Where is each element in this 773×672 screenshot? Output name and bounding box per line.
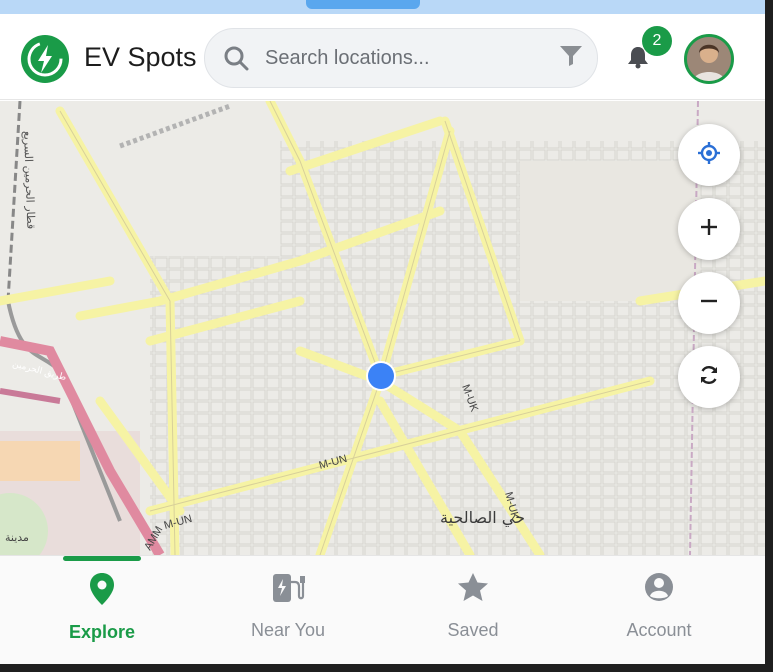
top-strip [0, 0, 765, 14]
star-icon [457, 572, 489, 607]
refresh-icon [698, 364, 720, 391]
nav-account[interactable]: Account [564, 556, 754, 664]
app-window: EV Spots 2 [0, 0, 765, 664]
nav-label: Saved [447, 620, 499, 640]
nav-saved[interactable]: Saved [378, 556, 568, 664]
bottom-nav: Explore Near You Saved Account [0, 555, 765, 664]
map-view[interactable]: حي الصالحية M-UN M-UK M-UN M-UK AMM قطار… [0, 101, 765, 555]
top-tab[interactable] [306, 0, 420, 9]
filter-icon[interactable] [559, 45, 583, 72]
city-label: مدينة [5, 531, 29, 544]
nav-label: Near You [250, 620, 326, 640]
header: EV Spots 2 [0, 14, 765, 100]
map-pin-icon [89, 572, 115, 611]
zoom-in-icon [699, 217, 719, 242]
search-icon [223, 45, 249, 76]
bolt-icon[interactable] [21, 35, 69, 83]
map-canvas[interactable]: حي الصالحية M-UN M-UK M-UN M-UK AMM قطار… [0, 101, 765, 555]
locate-icon [697, 141, 721, 170]
zoom-out-icon [699, 291, 719, 316]
nav-label: Explore [68, 622, 136, 642]
ev-charger-icon [271, 572, 305, 609]
refresh-button[interactable] [678, 346, 740, 408]
locate-button[interactable] [678, 124, 740, 186]
search-bar[interactable] [204, 28, 598, 88]
nav-label: Account [626, 620, 692, 640]
notification-badge: 2 [642, 26, 672, 56]
nav-explore[interactable]: Explore [7, 556, 197, 664]
zoom-in-button[interactable] [678, 198, 740, 260]
current-location-dot[interactable] [368, 363, 394, 389]
zoom-out-button[interactable] [678, 272, 740, 334]
nav-near-you[interactable]: Near You [193, 556, 383, 664]
avatar[interactable] [684, 34, 734, 84]
search-input[interactable] [265, 42, 545, 74]
app-title: EV Spots [84, 42, 197, 72]
account-icon [644, 572, 674, 607]
